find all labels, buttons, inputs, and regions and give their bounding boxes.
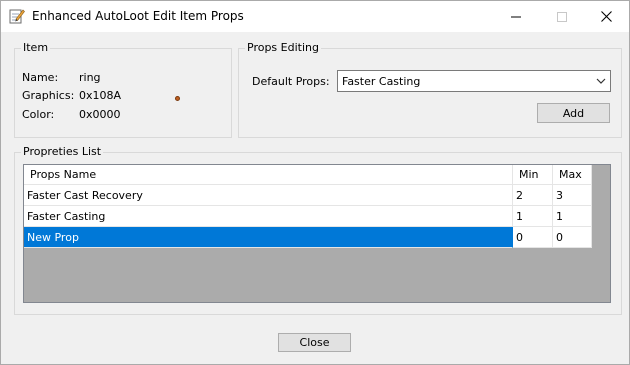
row-max: 0 [553,227,592,248]
row-props-name: Faster Casting [24,206,513,227]
color-label: Color: [22,108,55,121]
close-window-button[interactable] [583,1,629,32]
color-swatch-dot [175,96,180,101]
name-label: Name: [22,71,59,84]
default-props-dropdown[interactable]: Faster Casting [337,70,611,92]
column-header-props-name[interactable]: Props Name [24,165,513,185]
maximize-button[interactable] [539,1,585,32]
close-icon [600,11,612,22]
item-group-legend: Item [21,41,51,54]
color-value: 0x0000 [79,108,121,121]
props-list-view[interactable]: Props Name Min Max Faster Cast Recovery … [23,164,611,303]
props-list-legend: Propreties List [21,145,104,158]
column-header-max[interactable]: Max [553,165,592,185]
row-props-name: Faster Cast Recovery [24,185,513,206]
default-props-label: Default Props: [252,75,330,88]
close-button[interactable]: Close [278,333,351,352]
table-row[interactable]: Faster Cast Recovery 2 3 [24,185,592,206]
title-bar[interactable]: Enhanced AutoLoot Edit Item Props [1,1,629,32]
window-title: Enhanced AutoLoot Edit Item Props [32,9,244,23]
props-editing-legend: Props Editing [245,41,321,54]
default-props-value: Faster Casting [342,75,421,88]
name-value: ring [79,71,101,84]
list-header: Props Name Min Max [24,165,592,185]
row-min: 1 [513,206,553,227]
minimize-button[interactable] [493,1,539,32]
column-header-min[interactable]: Min [513,165,553,185]
props-editing-group: Props Editing [238,41,622,138]
maximize-icon [557,11,567,22]
row-props-name: New Prop [24,227,513,248]
notepad-edit-icon [9,8,25,24]
graphics-label: Graphics: [22,89,75,102]
row-min: 2 [513,185,553,206]
row-max: 1 [553,206,592,227]
dialog-window: Enhanced AutoLoot Edit Item Props Item N… [0,0,630,365]
add-button[interactable]: Add [537,103,610,123]
minimize-icon [511,16,521,17]
row-max: 3 [553,185,592,206]
table-row[interactable]: Faster Casting 1 1 [24,206,592,227]
row-min: 0 [513,227,553,248]
chevron-down-icon [596,78,606,84]
graphics-value: 0x108A [79,89,122,102]
table-row-selected[interactable]: New Prop 0 0 [24,227,592,248]
